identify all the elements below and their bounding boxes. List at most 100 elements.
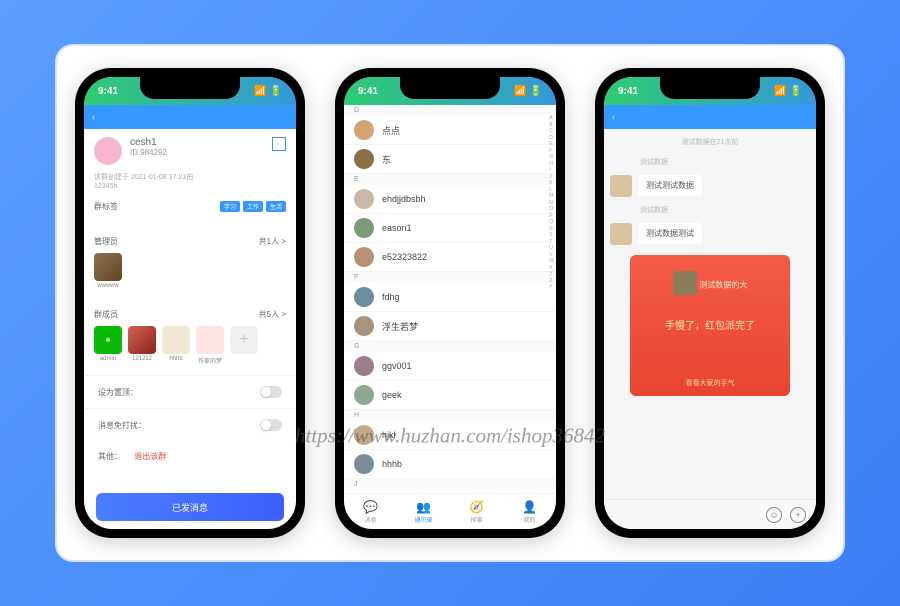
- contact-avatar: [354, 189, 374, 209]
- contact-row[interactable]: hhhb: [344, 450, 556, 479]
- contact-row[interactable]: e52323822: [344, 243, 556, 272]
- member[interactable]: 121212: [128, 326, 156, 365]
- showcase-card: 9:41 📶 🔋 ‹ cesh1 ID:984292 该群创建于 2021-01…: [55, 44, 845, 562]
- user-icon: 👤: [522, 500, 537, 514]
- tag[interactable]: 学习: [220, 201, 240, 212]
- screen-2: 9:41 📶 🔋 D点点东Eehdjjdbsbheason1e52323822F…: [344, 77, 556, 529]
- redpacket-footer[interactable]: 看看大家的手气: [640, 372, 780, 388]
- back-icon[interactable]: ‹: [92, 112, 95, 122]
- tab-me[interactable]: 👤我的: [503, 494, 556, 529]
- chat-input-bar[interactable]: ☺ +: [604, 499, 816, 529]
- back-icon[interactable]: ‹: [612, 112, 615, 122]
- group-desc2: 12345h: [84, 182, 296, 191]
- contact-row[interactable]: hjkl: [344, 421, 556, 450]
- contact-row[interactable]: ehdjjdbsbh: [344, 185, 556, 214]
- contact-row[interactable]: 点点: [344, 116, 556, 145]
- contact-row[interactable]: jsjsj: [344, 490, 556, 493]
- redpacket-message: 手慢了，红包派完了: [640, 317, 780, 332]
- alpha-index[interactable]: ABCDEFGHIJKLMNOPQRSTUVWXYZ#: [549, 115, 554, 291]
- contact-name: geek: [382, 390, 402, 400]
- message-bubble[interactable]: 测试数据测试: [638, 223, 702, 244]
- send-message-button[interactable]: 已发消息: [96, 493, 284, 521]
- contact-name: 东: [382, 153, 391, 166]
- admin-count[interactable]: 共1人 >: [259, 236, 286, 247]
- members-label: 群成员: [94, 309, 118, 320]
- status-icons: 📶 🔋: [774, 86, 802, 97]
- compass-icon: 🧭: [469, 500, 484, 514]
- admin-label: 管理员: [94, 236, 118, 247]
- member[interactable]: 作家的梦: [196, 326, 224, 365]
- qrcode-icon[interactable]: [272, 137, 286, 151]
- other-label: 其他：: [98, 452, 122, 461]
- set-top-row[interactable]: 设为置顶：: [84, 375, 296, 408]
- message-bubble[interactable]: 测试测试数据: [638, 175, 702, 196]
- index-header: H: [344, 410, 556, 421]
- index-header: J: [344, 479, 556, 490]
- tab-messages[interactable]: 💬消息: [344, 494, 397, 529]
- index-header: G: [344, 341, 556, 352]
- index-header: D: [344, 105, 556, 116]
- emoji-icon[interactable]: ☺: [766, 507, 782, 523]
- screen-1: 9:41 📶 🔋 ‹ cesh1 ID:984292 该群创建于 2021-01…: [84, 77, 296, 529]
- group-avatar[interactable]: [94, 137, 122, 165]
- chat-message: 测试数据测试: [610, 223, 810, 245]
- tab-discover[interactable]: 🧭探索: [450, 494, 503, 529]
- contact-name: 点点: [382, 124, 400, 137]
- status-icons: 📶 🔋: [514, 86, 542, 97]
- mute-toggle[interactable]: [260, 419, 282, 431]
- contact-row[interactable]: 东: [344, 145, 556, 174]
- status-time: 9:41: [618, 86, 638, 97]
- redpacket-avatar: [673, 271, 697, 295]
- tag[interactable]: 生活: [266, 201, 286, 212]
- group-name: cesh1: [130, 137, 264, 148]
- contact-avatar: [354, 385, 374, 405]
- contact-avatar: [354, 425, 374, 445]
- navbar: ‹: [604, 105, 816, 129]
- chat-sender-name: 测试数据: [610, 155, 810, 169]
- statusbar: 9:41 📶 🔋: [604, 77, 816, 105]
- contact-name: eason1: [382, 223, 412, 233]
- contact-row[interactable]: geek: [344, 381, 556, 410]
- contact-avatar: [354, 149, 374, 169]
- contact-name: 浮生若梦: [382, 320, 418, 333]
- member[interactable]: ✱admin: [94, 326, 122, 365]
- contacts-list[interactable]: D点点东Eehdjjdbsbheason1e52323822Ffdhg浮生若梦G…: [344, 105, 556, 493]
- contact-name: ehdjjdbsbh: [382, 194, 426, 204]
- set-top-toggle[interactable]: [260, 386, 282, 398]
- admin-member[interactable]: wwwww: [94, 253, 122, 289]
- status-time: 9:41: [98, 86, 118, 97]
- contact-avatar: [354, 120, 374, 140]
- chat-sender-name: 测试数据: [610, 203, 810, 217]
- index-header: E: [344, 174, 556, 185]
- contact-row[interactable]: fdhg: [344, 283, 556, 312]
- members-count[interactable]: 共5人 >: [259, 309, 286, 320]
- avatar[interactable]: [610, 175, 632, 197]
- tag[interactable]: 工作: [243, 201, 263, 212]
- avatar[interactable]: [610, 223, 632, 245]
- contact-name: fdhg: [382, 292, 400, 302]
- contact-row[interactable]: ggv001: [344, 352, 556, 381]
- group-detail: cesh1 ID:984292 该群创建于 2021-01-08 17:21由 …: [84, 129, 296, 493]
- contact-avatar: [354, 218, 374, 238]
- contact-name: hjkl: [382, 430, 396, 440]
- contact-name: e52323822: [382, 252, 427, 262]
- tabbar: 💬消息 👥通讯录 🧭探索 👤我的: [344, 493, 556, 529]
- plus-icon[interactable]: +: [790, 507, 806, 523]
- group-id: ID:984292: [130, 148, 264, 157]
- member[interactable]: hhhb: [162, 326, 190, 365]
- phone-1: 9:41 📶 🔋 ‹ cesh1 ID:984292 该群创建于 2021-01…: [75, 68, 305, 538]
- red-packet[interactable]: 测试数据的大 手慢了，红包派完了 看看大家的手气: [630, 255, 790, 396]
- phone-3: 9:41 📶 🔋 ‹ 测试数据在21点前 测试数据 测试测试数据 测试数据 测试…: [595, 68, 825, 538]
- chat-icon: 💬: [363, 500, 378, 514]
- contact-avatar: [354, 247, 374, 267]
- tab-contacts[interactable]: 👥通讯录: [397, 494, 450, 529]
- statusbar: 9:41 📶 🔋: [344, 77, 556, 105]
- status-icons: 📶 🔋: [254, 86, 282, 97]
- contact-row[interactable]: 浮生若梦: [344, 312, 556, 341]
- navbar: ‹: [84, 105, 296, 129]
- exit-group-button[interactable]: 退出该群: [134, 452, 166, 461]
- contact-row[interactable]: eason1: [344, 214, 556, 243]
- chat-view: 测试数据在21点前 测试数据 测试测试数据 测试数据 测试数据测试 测试数据的大…: [604, 129, 816, 499]
- add-member-button[interactable]: +: [230, 326, 258, 365]
- mute-row[interactable]: 消息免打扰：: [84, 408, 296, 441]
